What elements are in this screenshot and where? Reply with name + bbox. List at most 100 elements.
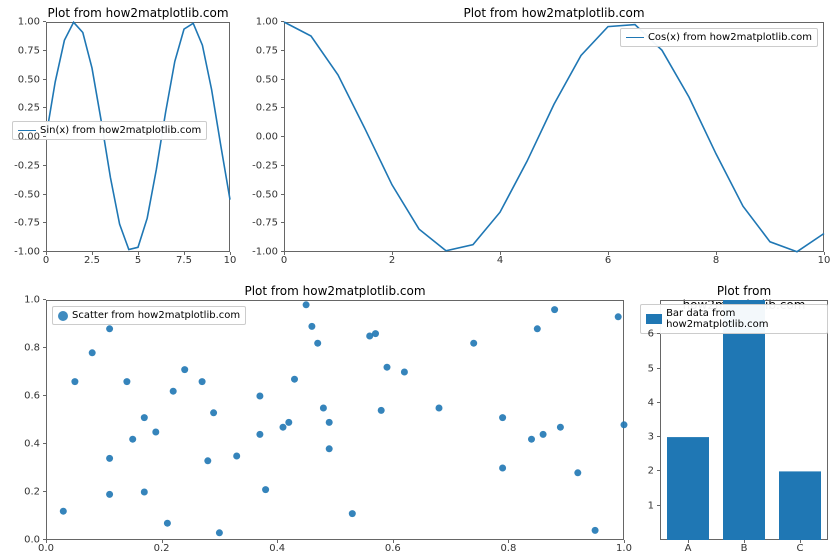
scatter-point	[71, 378, 78, 385]
scatter-point	[540, 431, 547, 438]
subplot-scatter: Plot from how2matplotlib.com Scatter fro…	[46, 300, 624, 540]
scatter-point	[204, 457, 211, 464]
scatter-point	[181, 366, 188, 373]
scatter-point	[314, 340, 321, 347]
scatter-point	[170, 388, 177, 395]
tick-label: 0.4	[269, 543, 285, 554]
scatter-point	[216, 529, 223, 536]
tick-label: 10	[818, 255, 831, 266]
legend: Cos(x) from how2matplotlib.com	[620, 28, 818, 47]
tick-label: 2.5	[84, 255, 100, 266]
scatter-point	[89, 349, 96, 356]
scatter-point	[233, 453, 240, 460]
tick-label: 0.00	[256, 132, 278, 143]
scatter-point	[401, 369, 408, 376]
legend-label: Cos(x) from how2matplotlib.com	[648, 32, 812, 43]
scatter-point	[615, 313, 622, 320]
bar-swatch-icon	[646, 314, 662, 324]
tick-label: B	[741, 543, 748, 554]
scatter-point	[366, 333, 373, 340]
chart-title: Plot from how2matplotlib.com	[46, 284, 624, 298]
scatter-point	[326, 445, 333, 452]
tick-label: 10	[224, 255, 237, 266]
scatter-point	[534, 325, 541, 332]
tick-label: A	[685, 543, 692, 554]
legend-label: Scatter from how2matplotlib.com	[72, 310, 240, 321]
scatter-point	[280, 424, 287, 431]
subplot-sin: Plot from how2matplotlib.com Sin(x) from…	[46, 22, 230, 252]
tick-label: -0.50	[252, 189, 278, 200]
scatter-point	[326, 419, 333, 426]
scatter-point	[528, 436, 535, 443]
tick-label: 0.2	[154, 543, 170, 554]
tick-label: -0.50	[14, 189, 40, 200]
tick-label: 2	[389, 255, 395, 266]
tick-label: 0.6	[24, 391, 40, 402]
tick-label: 0.6	[385, 543, 401, 554]
plot-area	[46, 300, 624, 540]
scatter-point	[308, 323, 315, 330]
tick-label: 0.75	[18, 45, 40, 56]
bar	[779, 471, 821, 540]
scatter-point	[164, 520, 171, 527]
tick-label: 1	[648, 500, 654, 511]
chart-title: Plot from how2matplotlib.com	[284, 6, 824, 20]
tick-label: 0.4	[24, 439, 40, 450]
legend: Scatter from how2matplotlib.com	[52, 306, 246, 325]
tick-label: -0.25	[14, 160, 40, 171]
tick-label: 4	[497, 255, 503, 266]
scatter-point	[621, 421, 628, 428]
tick-label: 0.25	[256, 103, 278, 114]
axes-border	[46, 300, 624, 540]
subplot-cos: Plot from how2matplotlib.com Cos(x) from…	[284, 22, 824, 252]
line-series	[284, 22, 824, 252]
scatter-point	[592, 527, 599, 534]
plot-area	[284, 22, 824, 252]
tick-label: 0	[43, 255, 49, 266]
tick-label: 1.0	[616, 543, 632, 554]
figure: Plot from how2matplotlib.com Sin(x) from…	[0, 0, 840, 560]
tick-label: 5	[135, 255, 141, 266]
scatter-point	[303, 301, 310, 308]
scatter-point	[436, 405, 443, 412]
scatter-point	[256, 431, 263, 438]
scatter-point	[106, 325, 113, 332]
scatter-point	[152, 429, 159, 436]
tick-label: -0.75	[252, 218, 278, 229]
scatter-point	[349, 510, 356, 517]
tick-label: 1.00	[256, 17, 278, 28]
scatter-point	[551, 306, 558, 313]
bar	[723, 300, 765, 540]
tick-label: 0.50	[256, 74, 278, 85]
scatter-point	[262, 486, 269, 493]
tick-label: 5	[648, 363, 654, 374]
scatter-point	[499, 414, 506, 421]
scatter-point	[499, 465, 506, 472]
axes-border	[660, 300, 828, 540]
tick-label: 0.00	[18, 132, 40, 143]
scatter-point	[256, 393, 263, 400]
scatter-point	[141, 414, 148, 421]
tick-label: -1.00	[252, 247, 278, 258]
scatter-point	[106, 455, 113, 462]
scatter-point	[470, 340, 477, 347]
legend-label: Sin(x) from how2matplotlib.com	[40, 125, 201, 136]
bar	[667, 437, 709, 540]
scatter-point	[141, 489, 148, 496]
tick-label: 7.5	[176, 255, 192, 266]
scatter-point	[384, 364, 391, 371]
legend: Bar data from how2matplotlib.com	[640, 304, 828, 334]
tick-label: 8	[713, 255, 719, 266]
tick-label: 2	[648, 466, 654, 477]
scatter-point	[372, 330, 379, 337]
scatter-point	[574, 469, 581, 476]
tick-label: 4	[648, 397, 654, 408]
tick-label: 0.8	[24, 343, 40, 354]
scatter-point	[285, 419, 292, 426]
scatter-point	[291, 376, 298, 383]
plot-area	[660, 300, 828, 540]
axes-border	[284, 22, 824, 252]
scatter-point	[123, 378, 130, 385]
tick-label: 0.25	[18, 103, 40, 114]
subplot-bar: Plot from how2matplotlib.com Bar data fr…	[660, 300, 828, 540]
